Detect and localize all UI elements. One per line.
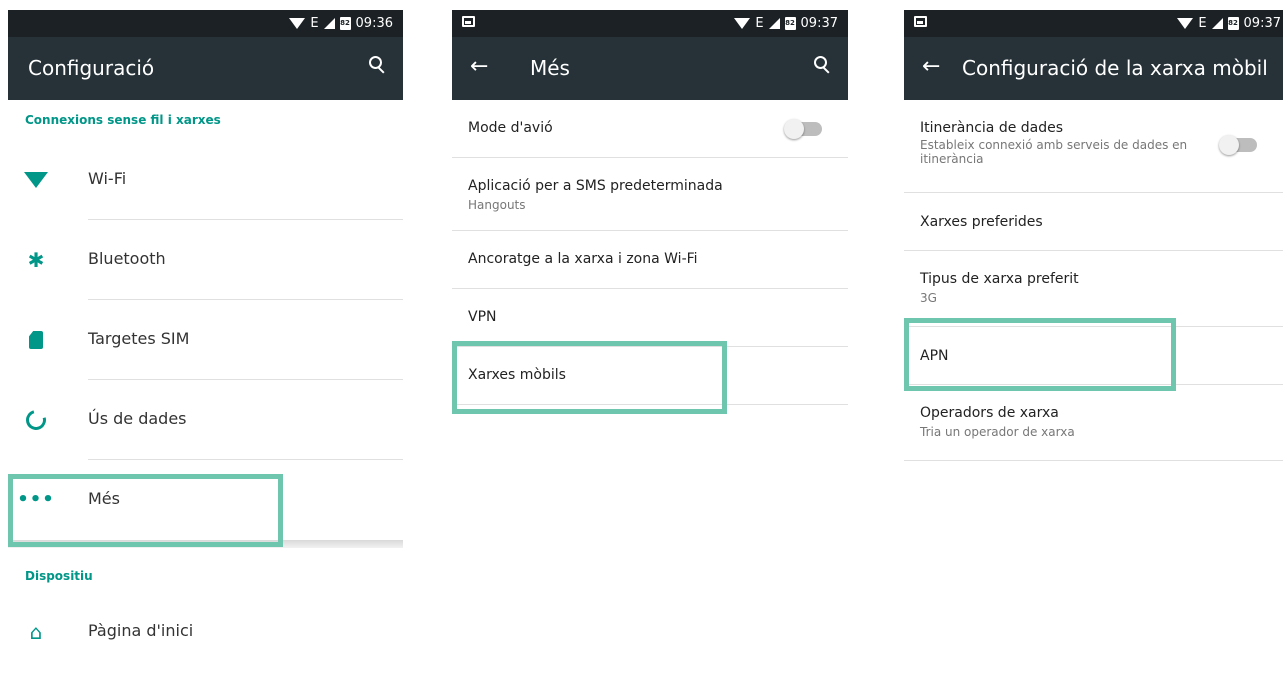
app-bar: ← Més — [452, 37, 848, 100]
setting-label: Aplicació per a SMS predeterminada — [468, 178, 723, 194]
status-bar: E 82 09:37 — [904, 10, 1283, 37]
status-bar: E 82 09:37 — [452, 10, 848, 37]
setting-airplane-mode[interactable]: Mode d'avió — [452, 100, 848, 158]
status-time: 09:37 — [800, 16, 838, 31]
highlight-box — [8, 474, 283, 547]
wifi-signal-icon — [1177, 18, 1194, 29]
highlight-box — [452, 341, 727, 414]
setting-data-roaming[interactable]: Itinerància de dades Estableix connexió … — [904, 100, 1283, 193]
setting-label: Tipus de xarxa preferit — [920, 271, 1079, 287]
network-type: E — [310, 16, 319, 31]
airplane-mode-toggle[interactable] — [784, 119, 822, 139]
cell-signal-icon — [1211, 18, 1223, 29]
network-type: E — [1198, 16, 1207, 31]
more-screen: E 82 09:37 ← Més Mode d'avió Aplicació p… — [452, 10, 848, 430]
settings-item-label: Ús de dades — [88, 409, 187, 428]
page-title: Configuració — [28, 56, 155, 80]
settings-item-label: Targetes SIM — [88, 329, 190, 348]
setting-label: Xarxes preferides — [920, 214, 1043, 230]
status-time: 09:36 — [355, 16, 393, 31]
settings-item-label: Wi-Fi — [88, 169, 127, 188]
cell-signal-icon — [323, 18, 335, 29]
search-icon[interactable] — [369, 56, 385, 72]
status-bar: E 82 09:36 — [8, 10, 403, 37]
settings-screen: E 82 09:36 Configuració Connexions sense… — [8, 10, 403, 686]
page-title: Més — [530, 56, 570, 80]
setting-label: VPN — [468, 309, 497, 325]
setting-vpn[interactable]: VPN — [452, 289, 848, 347]
setting-label: Itinerància de dades — [920, 120, 1064, 136]
highlight-box — [904, 318, 1176, 391]
settings-item-wifi[interactable]: Wi-Fi — [8, 140, 403, 220]
app-bar: ← Configuració de la xarxa mòbil — [904, 37, 1283, 100]
back-arrow-icon[interactable]: ← — [470, 54, 488, 79]
wifi-icon — [24, 168, 48, 192]
setting-preferred-network-type[interactable]: Tipus de xarxa preferit 3G — [904, 251, 1283, 327]
image-notification-icon — [914, 16, 927, 27]
battery-icon: 82 — [339, 17, 351, 30]
data-usage-icon — [22, 406, 50, 434]
settings-item-home[interactable]: ⌂ Pàgina d'inici — [8, 592, 403, 672]
setting-label: Ancoratge a la xarxa i zona Wi-Fi — [468, 251, 698, 267]
setting-preferred-networks[interactable]: Xarxes preferides — [904, 193, 1283, 251]
setting-default-sms-app[interactable]: Aplicació per a SMS predeterminada Hango… — [452, 158, 848, 231]
app-bar: Configuració — [8, 37, 403, 100]
data-roaming-toggle[interactable] — [1219, 135, 1257, 155]
category-header: Dispositiu — [25, 569, 93, 583]
battery-icon: 82 — [784, 17, 796, 30]
battery-icon: 82 — [1227, 17, 1239, 30]
page-title: Configuració de la xarxa mòbil — [962, 56, 1268, 80]
cell-signal-icon — [768, 18, 780, 29]
setting-network-operators[interactable]: Operadors de xarxa Tria un operador de x… — [904, 385, 1283, 461]
setting-summary: 3G — [920, 291, 937, 305]
search-icon[interactable] — [814, 56, 830, 72]
wifi-signal-icon — [734, 18, 751, 29]
mobile-network-settings-screen: E 82 09:37 ← Configuració de la xarxa mò… — [904, 10, 1283, 470]
network-type: E — [755, 16, 764, 31]
bluetooth-icon: ✱ — [27, 248, 45, 272]
image-notification-icon — [462, 16, 475, 27]
setting-summary: Hangouts — [468, 198, 526, 212]
settings-item-data-usage[interactable]: Ús de dades — [8, 380, 403, 460]
setting-summary: Estableix connexió amb serveis de dades … — [920, 138, 1188, 166]
settings-item-bluetooth[interactable]: ✱ Bluetooth — [8, 220, 403, 300]
setting-tethering-hotspot[interactable]: Ancoratge a la xarxa i zona Wi-Fi — [452, 231, 848, 289]
setting-summary: Tria un operador de xarxa — [920, 425, 1075, 439]
settings-item-label: Bluetooth — [88, 249, 166, 268]
settings-item-sim[interactable]: Targetes SIM — [8, 300, 403, 380]
wifi-signal-icon — [289, 18, 306, 29]
home-icon: ⌂ — [29, 620, 43, 644]
status-time: 09:37 — [1243, 16, 1281, 31]
settings-item-label: Pàgina d'inici — [88, 621, 194, 640]
back-arrow-icon[interactable]: ← — [922, 54, 940, 79]
sim-card-icon — [24, 328, 48, 352]
